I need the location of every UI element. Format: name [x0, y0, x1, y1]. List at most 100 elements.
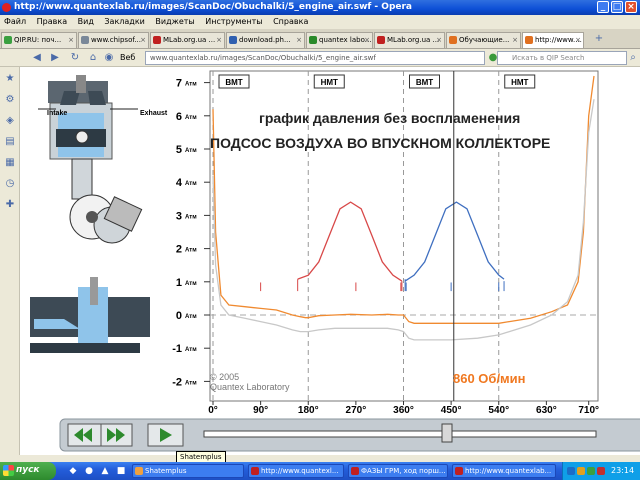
y-tick-unit: Атм [185, 214, 197, 220]
quicklaunch-icon-4[interactable]: ■ [114, 464, 128, 478]
quicklaunch-icon-3[interactable]: ▲ [98, 464, 112, 478]
tab-label: QIP.RU: поч... [14, 36, 62, 44]
menu-help[interactable]: Справка [269, 15, 312, 26]
taskbar-task[interactable]: http://www.quantexl... [248, 464, 344, 478]
task-label: http://www.quantexlab... [465, 467, 552, 475]
y-tick-label: 3 [176, 210, 182, 222]
tray-icon[interactable] [577, 467, 585, 475]
x-tick-label: 630° [536, 405, 557, 416]
search-input[interactable]: Искать в QIP Search [497, 51, 627, 65]
tab-favicon-icon [81, 36, 89, 44]
taskbar: пуск ◆ ● ▲ ■ Shatemplus http://www.quante… [0, 462, 640, 480]
system-tray: 23:14 [562, 462, 640, 480]
browser-tab[interactable]: QIP.RU: поч... × [1, 32, 77, 48]
play-button[interactable] [147, 423, 184, 447]
tab-bar: QIP.RU: поч... × www.chipsof... × MLab.org.u… [0, 29, 640, 49]
tab-favicon-icon [229, 36, 237, 44]
downloads-icon[interactable]: ▦ [4, 157, 16, 169]
tab-close-icon[interactable]: × [68, 36, 74, 44]
copyright-owner: Quantex Laboratory [210, 382, 290, 392]
minimize-button[interactable]: _ [597, 1, 609, 13]
task-label: http://www.quantexl... [261, 467, 339, 475]
y-tick-unit: Атм [185, 181, 197, 187]
history-icon[interactable]: ◷ [4, 178, 16, 190]
menu-edit[interactable]: Правка [33, 15, 71, 26]
bookmarks-star-icon[interactable]: ★ [4, 73, 16, 85]
y-tick-unit: Атм [185, 248, 197, 254]
tab-label: www.chipsof... [91, 36, 141, 44]
menu-widgets[interactable]: Виджеты [151, 15, 198, 26]
settings-gear-icon[interactable]: ⚙ [4, 94, 16, 106]
browser-tab[interactable]: www.chipsof... × [78, 32, 149, 48]
menu-bar: Файл Правка Вид Закладки Виджеты Инструм… [0, 15, 640, 29]
tab-close-icon[interactable]: × [436, 36, 442, 44]
tab-close-icon[interactable]: × [296, 36, 302, 44]
tab-close-icon[interactable]: × [140, 36, 146, 44]
tab-close-icon[interactable]: × [364, 36, 370, 44]
rpm-readout: 860 Об/мин [453, 371, 526, 386]
y-tick-label: -1 [172, 343, 182, 355]
home-icon[interactable]: ⌂ [86, 51, 100, 65]
quicklaunch-icon-2[interactable]: ● [82, 464, 96, 478]
tab-favicon-icon [4, 36, 12, 44]
quicklaunch-icon[interactable]: ◆ [66, 464, 80, 478]
x-tick-label: 90° [253, 405, 268, 416]
menu-file[interactable]: Файл [0, 15, 30, 26]
dead-center-label: ВМТ [225, 78, 242, 87]
tab-close-icon[interactable]: × [512, 36, 518, 44]
share-icon[interactable]: ◈ [4, 115, 16, 127]
tray-network-icon[interactable] [567, 467, 575, 475]
forward-icon[interactable]: ▶ [48, 51, 62, 65]
back-icon[interactable]: ◀ [30, 51, 44, 65]
fast-forward-button[interactable] [100, 423, 133, 447]
browser-tab[interactable]: download.ph... × [226, 32, 305, 48]
timeline-track[interactable] [203, 430, 597, 438]
taskbar-task[interactable]: http://www.quantexlab... [452, 464, 556, 478]
navigation-bar: ◀ ▶ ↻ ⌂ ◉ Веб www.quantexlab.ru/images/S… [0, 49, 640, 67]
tab-favicon-icon [449, 36, 457, 44]
browser-tab[interactable]: MLab.org.ua ... × [150, 32, 225, 48]
add-panel-icon[interactable]: ✚ [4, 199, 16, 211]
maximize-button[interactable]: □ [611, 1, 623, 13]
menu-tools[interactable]: Инструменты [201, 15, 266, 26]
browser-tab[interactable]: quantex labo... × [306, 32, 373, 48]
y-tick-label: 2 [176, 244, 182, 256]
reload-icon[interactable]: ↻ [68, 51, 82, 65]
search-icon[interactable]: ⌕ [626, 51, 640, 65]
taskbar-task[interactable]: ФАЗЫ ГРМ, ход порш... [348, 464, 448, 478]
taskbar-task[interactable]: Shatemplus [132, 464, 244, 478]
browser-tab[interactable]: Обучающие... × [446, 32, 521, 48]
menu-view[interactable]: Вид [74, 15, 98, 26]
new-tab-icon[interactable]: + [592, 32, 606, 46]
x-tick-label: 180° [298, 405, 319, 416]
tab-label: MLab.org.ua ... [387, 36, 440, 44]
x-tick-label: 270° [346, 405, 367, 416]
tab-favicon-icon [377, 36, 385, 44]
clock: 23:14 [611, 466, 635, 475]
task-label: ФАЗЫ ГРМ, ход порш... [361, 467, 446, 475]
browser-tab[interactable]: MLab.org.ua ... × [374, 32, 445, 48]
dead-center-label: ВМТ [416, 78, 433, 87]
tray-speaker-icon[interactable] [597, 467, 605, 475]
browser-tab[interactable]: http://www.... × [522, 32, 584, 48]
tray-qip-icon[interactable] [587, 467, 595, 475]
tab-close-icon[interactable]: × [575, 36, 581, 44]
address-field[interactable]: www.quantexlab.ru/images/ScanDoc/Obuchal… [145, 51, 485, 65]
timeline-slider-thumb[interactable] [441, 423, 453, 443]
notes-icon[interactable]: ▤ [4, 136, 16, 148]
tab-close-icon[interactable]: × [216, 36, 222, 44]
menu-bookmarks[interactable]: Закладки [100, 15, 148, 26]
task-app-icon [351, 467, 359, 475]
chart-title-line1: график давления без воспламенения [259, 110, 520, 126]
chart-title-line2: ПОДСОС ВОЗДУХА ВО ВПУСКНОМ КОЛЛЕКТОРЕ [210, 135, 550, 151]
close-button[interactable]: × [625, 1, 637, 13]
copyright-year: © 2005 [210, 372, 239, 382]
intake-port-illustration [30, 277, 150, 353]
y-tick-label: 5 [176, 144, 182, 156]
engine-illustration: Intake Exhaust [38, 75, 168, 244]
page-label: Веб [120, 53, 136, 62]
rewind-button[interactable] [67, 423, 102, 447]
start-button[interactable]: пуск [0, 462, 56, 480]
globe-icon: ◉ [104, 52, 114, 63]
tab-favicon-icon [309, 36, 317, 44]
